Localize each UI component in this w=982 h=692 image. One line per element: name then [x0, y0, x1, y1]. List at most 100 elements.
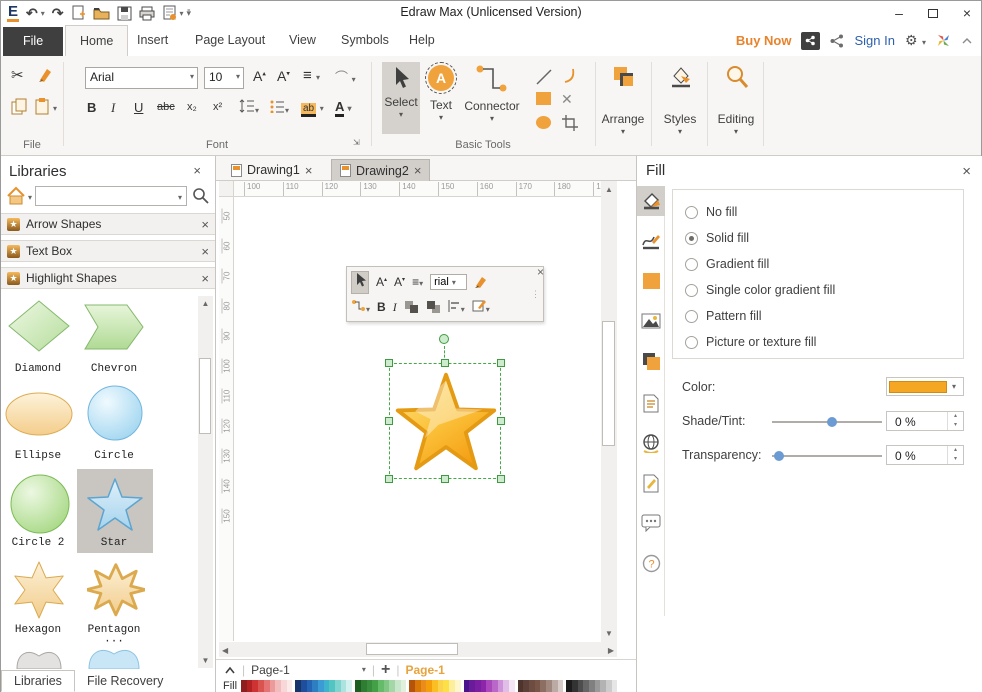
maximize-button[interactable]	[925, 5, 941, 21]
subscript-button[interactable]: x₂	[187, 101, 197, 113]
library-home-dropdown-icon[interactable]: ▾	[28, 193, 32, 202]
scroll-up-icon[interactable]: ▲	[198, 299, 213, 308]
ellipse-tool-icon[interactable]	[536, 116, 551, 129]
freehand-tool-icon[interactable]: ✕	[561, 91, 573, 108]
section-close-icon[interactable]: ×	[201, 271, 209, 286]
cut-button[interactable]: ✂	[11, 66, 24, 84]
tab-page-layout[interactable]: Page Layout	[181, 25, 279, 56]
fill-bucket-icon[interactable]	[637, 186, 665, 216]
palette-swatch[interactable]	[612, 680, 618, 692]
line-spacing-button[interactable]: ▾	[239, 99, 259, 116]
option-pattern-fill[interactable]: Pattern fill	[685, 309, 762, 323]
arrange-button[interactable]: Arrange▾	[596, 62, 650, 136]
italic-button[interactable]: I	[111, 100, 115, 116]
palette-swatch[interactable]	[558, 680, 564, 692]
library-section-text-box[interactable]: ★ Text Box ×	[1, 240, 215, 262]
canvas-h-scrollbar[interactable]: ◀ ▶	[219, 642, 617, 657]
shape-circle[interactable]	[86, 384, 144, 442]
mini-toolbar-drag-handle[interactable]: ⋮	[531, 289, 541, 300]
quick-color-icon[interactable]	[637, 266, 665, 296]
font-dialog-launcher-icon[interactable]: ⇲	[353, 138, 360, 147]
palette-swatch[interactable]	[401, 680, 407, 692]
format-painter-button[interactable]	[37, 66, 55, 84]
crop-tool-icon[interactable]	[561, 114, 579, 132]
superscript-button[interactable]: x²	[213, 101, 222, 113]
underline-button[interactable]: U	[134, 100, 143, 115]
mini-format-painter[interactable]	[474, 275, 488, 289]
libraries-close-icon[interactable]: ×	[193, 163, 201, 178]
resize-handle-sw[interactable]	[385, 475, 393, 483]
fill-color-picker[interactable]: ▾	[886, 377, 964, 396]
font-family-select[interactable]: Arial▾	[85, 67, 198, 89]
tab-file-recovery[interactable]: File Recovery	[75, 671, 175, 691]
radio-icon-selected[interactable]	[685, 232, 698, 245]
minimize-button[interactable]: –	[891, 5, 907, 21]
shape-ellipse[interactable]	[4, 391, 74, 437]
tab-file[interactable]: File	[3, 27, 63, 56]
editing-button[interactable]: Editing▾	[709, 62, 763, 136]
align-text-button[interactable]: ≡ ▾	[303, 67, 320, 84]
mini-italic-button[interactable]: I	[393, 300, 397, 315]
collapse-pages-icon[interactable]	[224, 666, 236, 674]
text-highlight-button[interactable]: ab ▾	[301, 99, 324, 114]
tab-insert[interactable]: Insert	[123, 25, 182, 56]
copy-button[interactable]	[11, 98, 29, 116]
palette-swatch[interactable]	[346, 680, 352, 692]
resize-handle-nw[interactable]	[385, 359, 393, 367]
library-home-icon[interactable]	[6, 186, 28, 206]
radio-icon[interactable]	[685, 258, 698, 271]
library-section-arrow-shapes[interactable]: ★ Arrow Shapes ×	[1, 213, 215, 235]
rotation-handle[interactable]	[439, 334, 449, 344]
resize-handle-ne[interactable]	[497, 359, 505, 367]
close-drawing1-icon[interactable]: ×	[305, 163, 313, 178]
bullets-button[interactable]: ▾	[269, 99, 289, 116]
comment-icon[interactable]	[637, 508, 665, 538]
fill-panel-close-icon[interactable]: ×	[962, 163, 971, 180]
mini-increase-font[interactable]: A▴	[376, 275, 387, 289]
mini-select-tool[interactable]	[351, 271, 369, 294]
page-tab-page1[interactable]: Page-1	[405, 663, 444, 677]
shape-hexagon[interactable]	[11, 560, 67, 620]
shade-tint-spinner[interactable]: 0 %▴▾	[886, 411, 964, 431]
sign-in-link[interactable]: Sign In	[854, 33, 894, 48]
radio-icon[interactable]	[685, 206, 698, 219]
scroll-right-icon[interactable]: ▶	[608, 646, 614, 655]
increase-font-button[interactable]: A▴	[253, 68, 266, 84]
mini-font-select[interactable]: rial ▾	[430, 274, 467, 290]
scroll-left-icon[interactable]: ◀	[222, 646, 228, 655]
library-search-input[interactable]: ▾	[35, 186, 187, 206]
curved-text-button[interactable]: ⌒ ▾	[335, 67, 356, 86]
tab-drawing1[interactable]: Drawing1 ×	[223, 159, 320, 181]
select-tool-button[interactable]: Select▾	[382, 62, 420, 134]
pinwheel-icon[interactable]	[936, 33, 951, 48]
canvas-v-scrollbar[interactable]: ▲ ▼	[601, 181, 617, 642]
option-picture-texture-fill[interactable]: Picture or texture fill	[685, 335, 816, 349]
paste-dropdown-icon[interactable]: ▾	[53, 104, 57, 113]
section-close-icon[interactable]: ×	[201, 217, 209, 232]
shape-diamond[interactable]	[7, 299, 71, 353]
canvas-star-shape[interactable]	[392, 367, 500, 477]
rectangle-tool-icon[interactable]	[536, 92, 551, 105]
scrollbar-thumb[interactable]	[199, 358, 211, 434]
section-close-icon[interactable]: ×	[201, 244, 209, 259]
tab-help[interactable]: Help	[395, 25, 449, 56]
paste-button[interactable]	[34, 98, 52, 116]
option-single-color-gradient-fill[interactable]: Single color gradient fill	[685, 283, 835, 297]
collapse-ribbon-icon[interactable]	[961, 37, 973, 45]
help-icon[interactable]: ?	[637, 548, 665, 578]
resize-handle-s[interactable]	[441, 475, 449, 483]
tab-libraries[interactable]: Libraries	[1, 670, 75, 692]
scrollbar-thumb[interactable]	[366, 643, 458, 655]
transparency-slider[interactable]	[772, 451, 882, 461]
mini-align-button[interactable]: ≡▾	[412, 275, 423, 289]
share-icon[interactable]	[830, 34, 844, 48]
palette-swatch[interactable]	[455, 680, 461, 692]
decrease-font-button[interactable]: A▾	[277, 68, 290, 84]
option-solid-fill[interactable]: Solid fill	[685, 231, 749, 245]
strikethrough-button[interactable]: abc	[157, 101, 175, 113]
connector-tool-button[interactable]: Connector▾	[461, 62, 523, 134]
bold-button[interactable]: B	[87, 100, 96, 115]
scroll-down-icon[interactable]: ▼	[601, 629, 617, 638]
shape-circle-2[interactable]	[9, 473, 71, 535]
resize-handle-se[interactable]	[497, 475, 505, 483]
